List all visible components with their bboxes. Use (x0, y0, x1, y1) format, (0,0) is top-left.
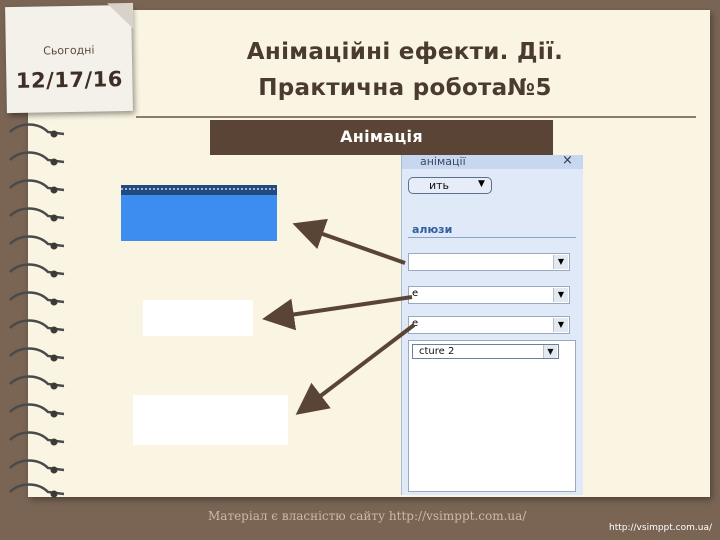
pointer-arrows (262, 218, 416, 415)
slide: Сьогодні 12/17/16 Анімаційні ефекти. Дії… (0, 0, 720, 540)
arrow-to-label-2 (295, 323, 416, 415)
footer-credit: Матеріал є власністю сайту http://vsimpp… (208, 509, 527, 523)
arrow-to-effect (292, 218, 406, 265)
footer-url[interactable]: http://vsimppt.com.ua/ (609, 523, 712, 533)
arrow-to-label-1 (262, 295, 413, 331)
